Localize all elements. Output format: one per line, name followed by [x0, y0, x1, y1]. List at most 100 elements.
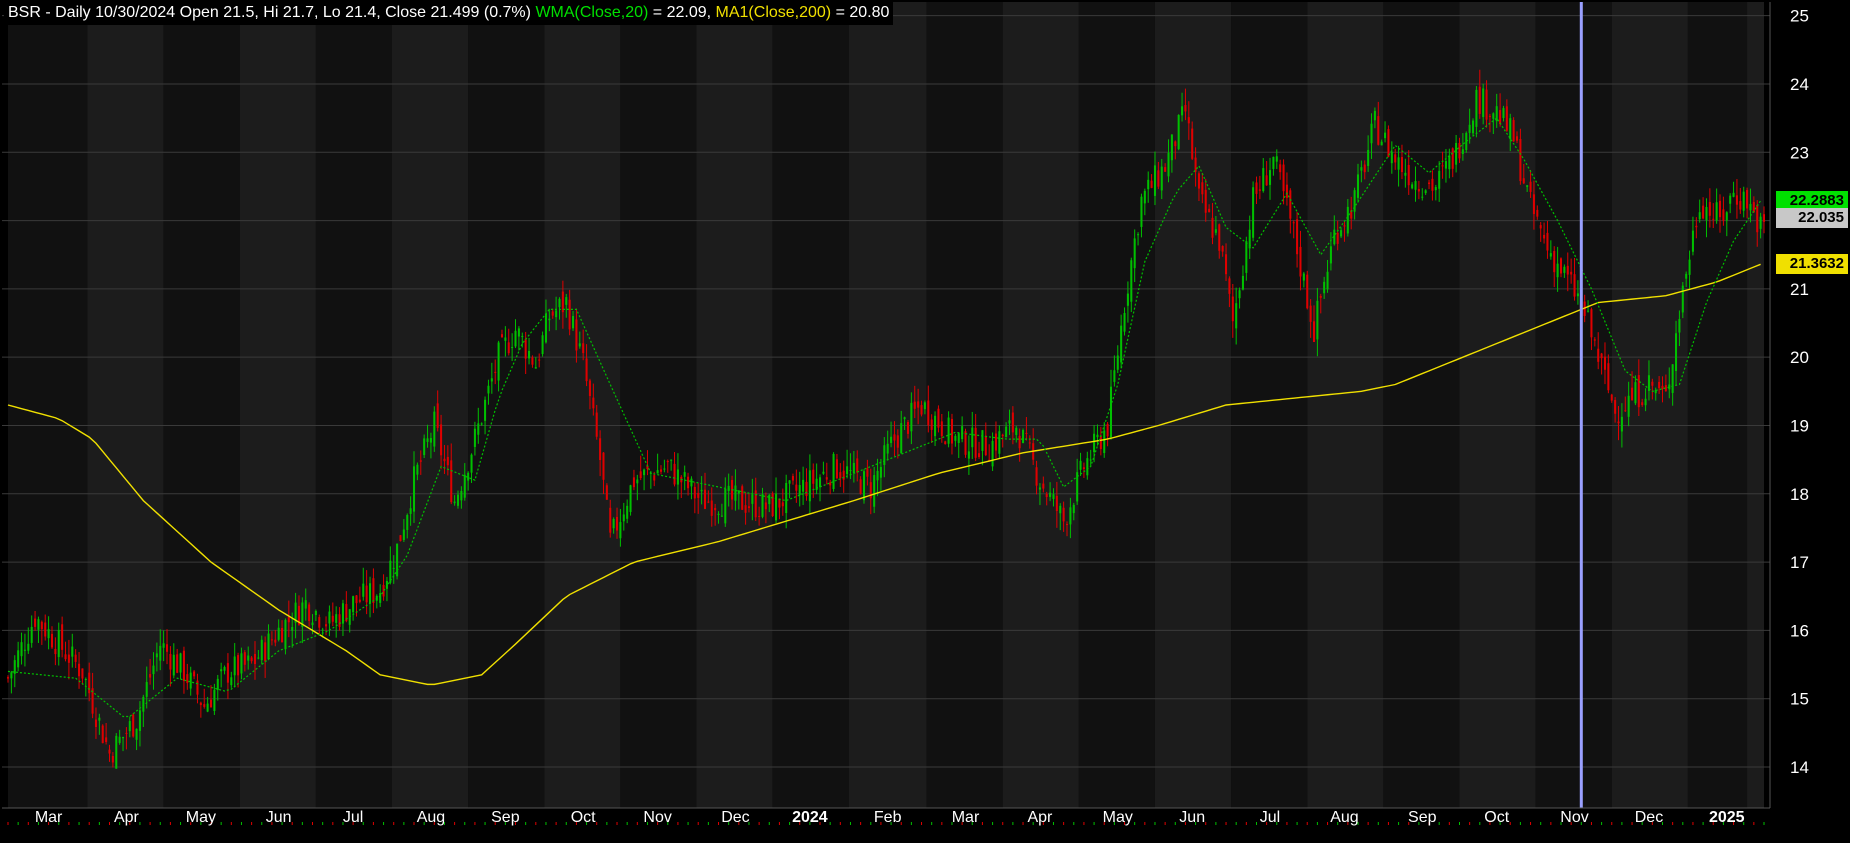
candle-body: [565, 297, 568, 305]
candle-body: [524, 339, 527, 359]
candle-body: [50, 633, 54, 648]
month-band: [239, 2, 316, 808]
candle-body: [1384, 132, 1387, 139]
candle-body: [358, 599, 361, 602]
candle-body: [805, 481, 808, 497]
candle-body: [1133, 238, 1136, 269]
candle-body: [1140, 196, 1143, 227]
ma-price-tag: 21.3632: [1776, 254, 1848, 275]
candle-body: [707, 501, 710, 503]
candle-body: [1363, 164, 1366, 173]
candle-body: [700, 489, 703, 492]
candle-body: [291, 626, 294, 631]
candle-body: [521, 336, 524, 338]
candle-body: [440, 424, 443, 456]
candle-body: [842, 470, 845, 480]
y-tick-label: 17: [1790, 553, 1809, 572]
candle-body: [250, 657, 253, 662]
candle-body: [1553, 251, 1556, 273]
candle-body: [196, 680, 199, 695]
candle-body: [135, 728, 138, 740]
candle-body: [795, 484, 798, 491]
candle-body: [819, 477, 822, 488]
candle-body: [1319, 295, 1322, 298]
candle-body: [1468, 124, 1471, 133]
x-tick-label: Feb: [874, 809, 902, 826]
candle-body: [1042, 483, 1045, 489]
candle-body: [1641, 402, 1644, 405]
candle-body: [849, 470, 852, 472]
candle-body: [1052, 494, 1055, 499]
x-tick-label: Oct: [1484, 809, 1509, 826]
candle-body: [856, 458, 859, 473]
candle-body: [328, 611, 331, 624]
candle-body: [494, 371, 497, 373]
candle-body: [304, 600, 307, 609]
x-tick-label: Aug: [417, 809, 445, 826]
candle-body: [781, 502, 784, 507]
candle-body: [470, 454, 473, 473]
y-tick-label: 23: [1790, 143, 1809, 162]
candle-body: [365, 585, 368, 603]
candle-body: [1181, 106, 1184, 116]
candle-body: [20, 642, 23, 657]
candle-body: [1377, 116, 1380, 145]
candle-body: [392, 567, 395, 570]
candle-body: [1407, 164, 1410, 186]
candle-body: [788, 480, 791, 484]
candle-body: [737, 490, 740, 494]
candle-body: [1461, 149, 1464, 154]
candle-body: [1505, 106, 1508, 131]
candle-body: [944, 441, 947, 445]
candle-body: [132, 714, 135, 737]
candle-body: [1235, 303, 1238, 329]
x-tick-label: Jul: [343, 809, 363, 826]
candle-body: [6, 677, 10, 679]
candle-body: [829, 482, 832, 486]
candle-body: [1685, 273, 1688, 279]
candle-body: [1451, 148, 1454, 169]
candle-body: [203, 704, 206, 707]
candle-body: [111, 756, 114, 763]
candle-body: [1109, 386, 1113, 438]
candle-body: [209, 699, 213, 708]
candle-body: [1614, 400, 1617, 414]
candle-body: [832, 454, 835, 490]
candle-body: [954, 435, 957, 441]
price-chart[interactable]: 141516171819202122232425 MarAprMayJunJul…: [0, 0, 1850, 843]
month-band: [1535, 2, 1612, 808]
candle-body: [155, 653, 158, 658]
candle-body: [1038, 487, 1041, 490]
candle-body: [1113, 370, 1116, 382]
candle-body: [1522, 178, 1525, 184]
candle-body: [1279, 164, 1282, 173]
candle-body: [551, 311, 554, 316]
candle-body: [1421, 196, 1424, 198]
candle-body: [578, 343, 581, 347]
candle-body: [264, 642, 267, 662]
candle-body: [619, 522, 622, 539]
candle-body: [1488, 115, 1491, 117]
month-band: [1078, 2, 1155, 808]
candle-body: [876, 470, 879, 481]
month-band: [468, 2, 545, 808]
candle-body: [1326, 271, 1329, 290]
candle-body: [443, 458, 446, 462]
candle-body: [1762, 214, 1766, 222]
candle-body: [460, 490, 463, 501]
candle-body: [934, 415, 937, 437]
candle-body: [321, 629, 324, 631]
candle-body: [446, 456, 449, 466]
candle-body: [1370, 123, 1373, 144]
candle-body: [1756, 205, 1759, 233]
candle-body: [622, 514, 625, 522]
candle-body: [1387, 129, 1390, 157]
candle-body: [504, 337, 507, 341]
candle-body: [1532, 194, 1535, 215]
candle-body: [1005, 426, 1008, 438]
candle-body: [176, 654, 179, 673]
candle-body: [609, 507, 612, 533]
candle-body: [1208, 208, 1211, 213]
candle-body: [643, 469, 646, 476]
candle-body: [676, 469, 679, 485]
